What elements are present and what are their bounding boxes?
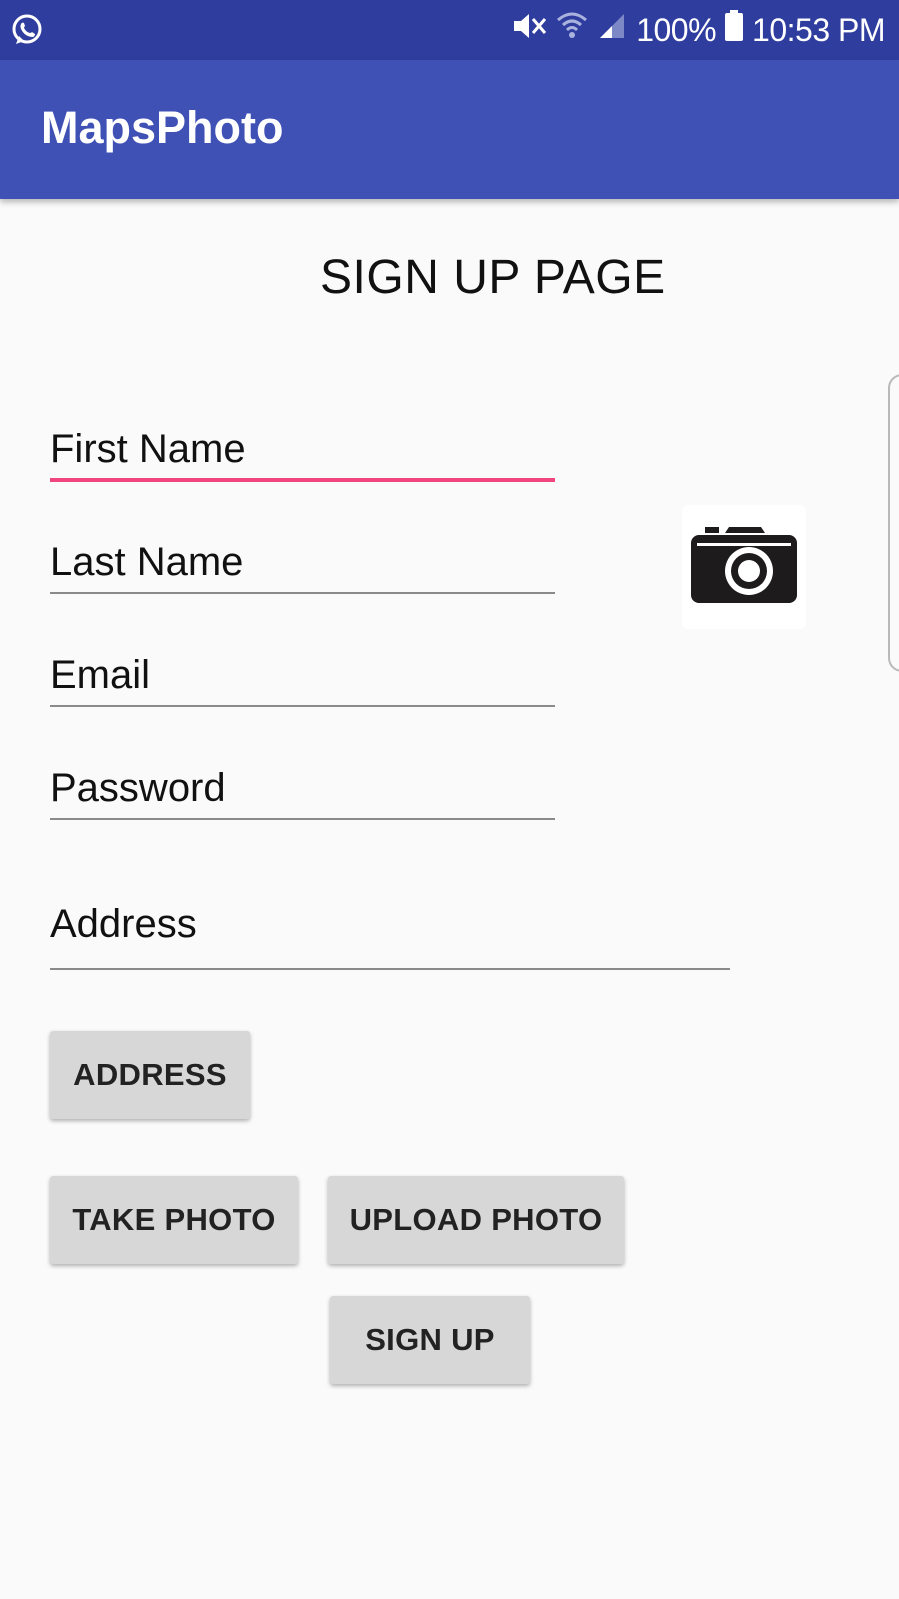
address-button[interactable]: ADDRESS [50, 1031, 250, 1119]
email-field[interactable] [50, 645, 555, 707]
app-title: MapsPhoto [41, 102, 284, 153]
sign-up-button[interactable]: SIGN UP [330, 1296, 530, 1384]
first-name-field[interactable] [50, 420, 555, 482]
signal-icon [596, 10, 628, 50]
battery-text: 100% [636, 11, 717, 48]
whatsapp-icon [10, 13, 44, 52]
mute-icon [512, 10, 548, 50]
last-name-field[interactable] [50, 532, 555, 594]
status-bar: 100% 10:53 PM [0, 0, 899, 60]
app-bar: MapsPhoto [0, 60, 899, 199]
take-photo-button[interactable]: TAKE PHOTO [50, 1176, 298, 1264]
password-field[interactable] [50, 758, 555, 820]
clock: 10:53 PM [752, 11, 885, 48]
edge-panel-handle[interactable] [888, 374, 899, 672]
address-field[interactable] [50, 880, 730, 970]
camera-icon [691, 526, 797, 608]
upload-photo-button[interactable]: UPLOAD PHOTO [328, 1176, 624, 1264]
page-title: SIGN UP PAGE [320, 251, 666, 304]
wifi-icon [556, 10, 588, 50]
photo-preview[interactable] [682, 505, 806, 629]
battery-icon [724, 10, 744, 50]
